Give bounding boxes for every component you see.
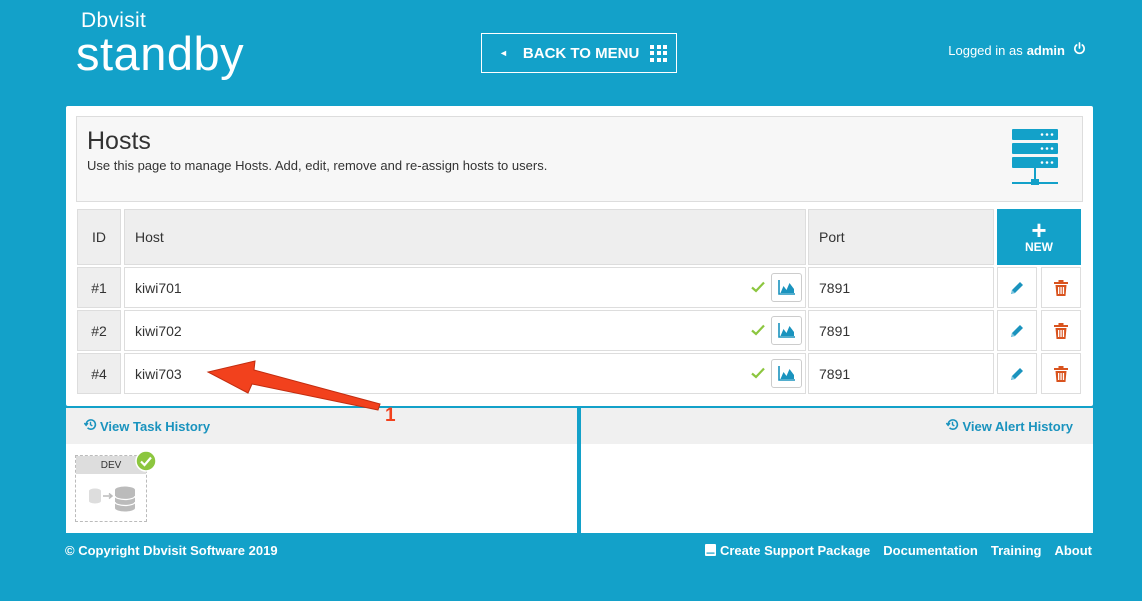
back-to-menu-button[interactable]: ◄ BACK TO MENU	[481, 33, 677, 73]
logout-power-icon[interactable]	[1073, 42, 1086, 58]
trash-icon	[1054, 279, 1068, 296]
host-chart-button[interactable]	[771, 316, 802, 345]
create-support-package-label: Create Support Package	[719, 543, 871, 558]
documentation-link[interactable]: Documentation	[883, 543, 978, 558]
create-support-package-link[interactable]: Create Support Package	[705, 543, 870, 558]
check-icon	[751, 323, 765, 339]
edit-host-button[interactable]	[997, 353, 1037, 394]
table-row: #2 kiwi702 7891	[77, 310, 1081, 351]
host-id: #4	[77, 353, 121, 394]
port-column-header: Port	[808, 209, 994, 265]
host-id: #2	[77, 310, 121, 351]
footer-links: Create Support Package Documentation Tra…	[705, 543, 1092, 558]
table-header-row: ID Host Port + NEW	[77, 209, 1081, 265]
delete-host-button[interactable]	[1041, 267, 1081, 308]
host-name-cell: kiwi701	[124, 267, 806, 308]
database-sync-icon	[88, 486, 136, 517]
login-username: admin	[1026, 42, 1065, 58]
back-arrow-icon: ◄	[499, 48, 508, 58]
host-chart-button[interactable]	[771, 359, 802, 388]
view-task-history-link[interactable]: View Task History	[66, 408, 577, 444]
table-row: #4 kiwi703 7891	[77, 353, 1081, 394]
page-title: Hosts	[87, 127, 151, 155]
trash-icon	[1054, 322, 1068, 339]
status-check-icon	[135, 450, 157, 477]
login-prefix: Logged in as	[948, 42, 1023, 58]
delete-host-button[interactable]	[1041, 310, 1081, 351]
delete-host-button[interactable]	[1041, 353, 1081, 394]
table-row: #1 kiwi701 7891	[77, 267, 1081, 308]
history-icon	[946, 418, 959, 434]
back-to-menu-label: BACK TO MENU	[522, 44, 640, 62]
view-task-history-label: View Task History	[100, 418, 211, 434]
training-link[interactable]: Training	[991, 543, 1042, 558]
copyright: © Copyright Dbvisit Software 2019	[65, 543, 278, 558]
book-icon	[705, 544, 717, 556]
about-link[interactable]: About	[1054, 543, 1092, 558]
page-header: Hosts Use this page to manage Hosts. Add…	[76, 116, 1083, 202]
area-chart-icon	[777, 366, 795, 381]
annotation-label: 1	[385, 405, 396, 426]
edit-host-button[interactable]	[997, 267, 1037, 308]
server-network-icon	[1012, 129, 1058, 196]
history-icon	[83, 418, 97, 434]
host-name-cell: kiwi703	[124, 353, 806, 394]
view-alert-history-label: View Alert History	[962, 418, 1073, 434]
host-chart-button[interactable]	[771, 273, 802, 302]
alert-history-panel: View Alert History	[581, 408, 1093, 533]
dev-environment-card[interactable]: DEV	[75, 450, 157, 522]
pencil-icon	[1011, 367, 1023, 380]
pencil-icon	[1011, 281, 1023, 294]
page-description: Use this page to manage Hosts. Add, edit…	[87, 158, 548, 173]
new-host-button[interactable]: + NEW	[997, 209, 1081, 265]
host-port: 7891	[808, 353, 994, 394]
pencil-icon	[1011, 324, 1023, 337]
grid-menu-icon	[650, 44, 668, 62]
host-port: 7891	[808, 310, 994, 351]
view-alert-history-link[interactable]: View Alert History	[581, 408, 1093, 444]
edit-host-button[interactable]	[997, 310, 1037, 351]
host-name: kiwi701	[135, 279, 182, 296]
host-column-header: Host	[124, 209, 806, 265]
area-chart-icon	[777, 280, 795, 295]
id-column-header: ID	[77, 209, 121, 265]
hosts-panel: Hosts Use this page to manage Hosts. Add…	[66, 106, 1093, 406]
check-icon	[751, 366, 765, 382]
trash-icon	[1054, 365, 1068, 382]
new-host-label: NEW	[1025, 240, 1053, 254]
host-port: 7891	[808, 267, 994, 308]
host-name: kiwi703	[135, 365, 182, 382]
area-chart-icon	[777, 323, 795, 338]
plus-icon: +	[1031, 215, 1047, 245]
logo-product: standby	[76, 27, 245, 80]
logo: Dbvisit standby	[76, 10, 245, 80]
host-name: kiwi702	[135, 322, 182, 339]
check-icon	[751, 280, 765, 296]
host-name-cell: kiwi702	[124, 310, 806, 351]
login-status: Logged in as admin	[948, 42, 1086, 58]
task-history-panel: View Task History DEV	[66, 408, 577, 533]
host-id: #1	[77, 267, 121, 308]
